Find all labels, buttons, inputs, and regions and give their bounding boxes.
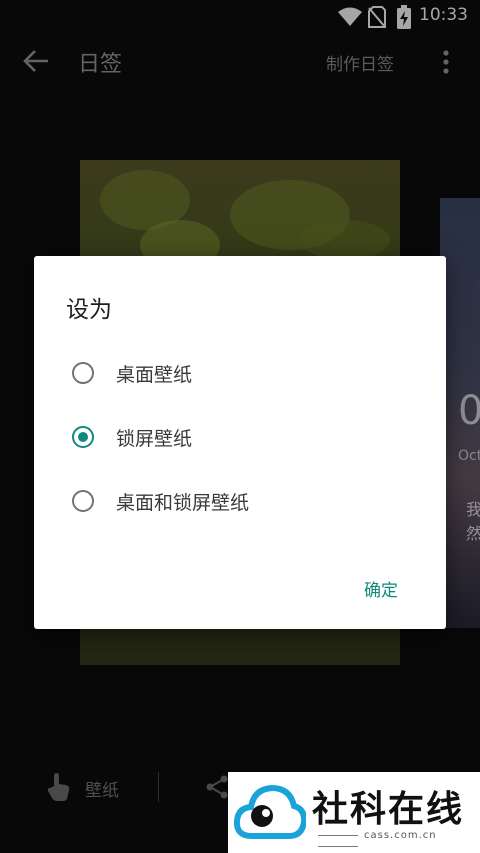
- option-label: 桌面壁纸: [116, 364, 193, 386]
- watermark-url: cass.com.cn: [312, 830, 480, 852]
- confirm-button[interactable]: 确定: [364, 576, 398, 601]
- radio-button[interactable]: [72, 490, 94, 512]
- set-as-dialog: 设为 桌面壁纸 锁屏壁纸 桌面和锁屏壁纸 确定: [34, 256, 446, 629]
- option-label: 桌面和锁屏壁纸: [116, 492, 250, 514]
- dialog-title: 设为: [66, 297, 112, 323]
- option-lock-wallpaper[interactable]: 锁屏壁纸: [72, 421, 412, 457]
- option-home-and-lock-wallpaper[interactable]: 桌面和锁屏壁纸: [72, 485, 412, 521]
- cloud-logo-icon: [233, 780, 308, 848]
- watermark-name: 社科在线: [312, 789, 465, 830]
- radio-button-selected[interactable]: [72, 426, 94, 448]
- option-home-wallpaper[interactable]: 桌面壁纸: [72, 357, 412, 393]
- option-label: 锁屏壁纸: [116, 428, 193, 450]
- watermark-logo: 社科在线 cass.com.cn: [228, 772, 480, 853]
- radio-button[interactable]: [72, 362, 94, 384]
